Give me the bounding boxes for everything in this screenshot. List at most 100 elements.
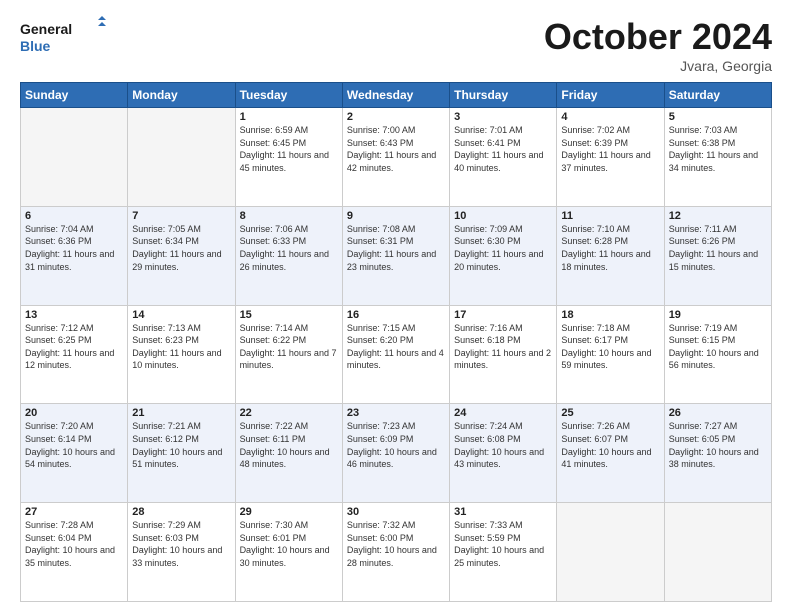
calendar-cell: 31Sunrise: 7:33 AMSunset: 5:59 PMDayligh…	[450, 503, 557, 602]
day-info: Sunrise: 7:32 AMSunset: 6:00 PMDaylight:…	[347, 519, 445, 569]
location: Jvara, Georgia	[544, 58, 772, 74]
day-info: Sunrise: 7:14 AMSunset: 6:22 PMDaylight:…	[240, 322, 338, 372]
day-number: 24	[454, 407, 552, 419]
title-block: October 2024 Jvara, Georgia	[544, 16, 772, 74]
day-info: Sunrise: 7:10 AMSunset: 6:28 PMDaylight:…	[561, 223, 659, 273]
calendar-cell: 24Sunrise: 7:24 AMSunset: 6:08 PMDayligh…	[450, 404, 557, 503]
day-number: 20	[25, 407, 123, 419]
header: General Blue October 2024 Jvara, Georgia	[20, 16, 772, 74]
day-info: Sunrise: 7:23 AMSunset: 6:09 PMDaylight:…	[347, 420, 445, 470]
day-number: 4	[561, 111, 659, 123]
calendar-cell	[557, 503, 664, 602]
calendar-cell: 13Sunrise: 7:12 AMSunset: 6:25 PMDayligh…	[21, 305, 128, 404]
day-info: Sunrise: 7:33 AMSunset: 5:59 PMDaylight:…	[454, 519, 552, 569]
calendar-week-2: 6Sunrise: 7:04 AMSunset: 6:36 PMDaylight…	[21, 206, 772, 305]
col-wednesday: Wednesday	[342, 83, 449, 108]
day-number: 7	[132, 210, 230, 222]
calendar-cell	[21, 108, 128, 207]
day-number: 26	[669, 407, 767, 419]
calendar-cell: 12Sunrise: 7:11 AMSunset: 6:26 PMDayligh…	[664, 206, 771, 305]
day-info: Sunrise: 7:24 AMSunset: 6:08 PMDaylight:…	[454, 420, 552, 470]
calendar-cell: 30Sunrise: 7:32 AMSunset: 6:00 PMDayligh…	[342, 503, 449, 602]
day-info: Sunrise: 7:11 AMSunset: 6:26 PMDaylight:…	[669, 223, 767, 273]
logo-icon: General Blue	[20, 16, 110, 60]
calendar-cell: 3Sunrise: 7:01 AMSunset: 6:41 PMDaylight…	[450, 108, 557, 207]
calendar-cell: 22Sunrise: 7:22 AMSunset: 6:11 PMDayligh…	[235, 404, 342, 503]
day-info: Sunrise: 7:21 AMSunset: 6:12 PMDaylight:…	[132, 420, 230, 470]
calendar-cell: 7Sunrise: 7:05 AMSunset: 6:34 PMDaylight…	[128, 206, 235, 305]
day-number: 25	[561, 407, 659, 419]
day-number: 18	[561, 309, 659, 321]
day-info: Sunrise: 7:04 AMSunset: 6:36 PMDaylight:…	[25, 223, 123, 273]
day-number: 12	[669, 210, 767, 222]
calendar-week-5: 27Sunrise: 7:28 AMSunset: 6:04 PMDayligh…	[21, 503, 772, 602]
day-info: Sunrise: 7:19 AMSunset: 6:15 PMDaylight:…	[669, 322, 767, 372]
calendar-cell: 4Sunrise: 7:02 AMSunset: 6:39 PMDaylight…	[557, 108, 664, 207]
calendar-cell: 26Sunrise: 7:27 AMSunset: 6:05 PMDayligh…	[664, 404, 771, 503]
col-monday: Monday	[128, 83, 235, 108]
day-number: 28	[132, 506, 230, 518]
day-info: Sunrise: 7:02 AMSunset: 6:39 PMDaylight:…	[561, 124, 659, 174]
day-number: 10	[454, 210, 552, 222]
day-number: 31	[454, 506, 552, 518]
svg-text:Blue: Blue	[20, 38, 51, 54]
calendar-cell: 25Sunrise: 7:26 AMSunset: 6:07 PMDayligh…	[557, 404, 664, 503]
calendar-cell: 18Sunrise: 7:18 AMSunset: 6:17 PMDayligh…	[557, 305, 664, 404]
day-number: 8	[240, 210, 338, 222]
day-info: Sunrise: 7:12 AMSunset: 6:25 PMDaylight:…	[25, 322, 123, 372]
calendar-cell: 28Sunrise: 7:29 AMSunset: 6:03 PMDayligh…	[128, 503, 235, 602]
col-friday: Friday	[557, 83, 664, 108]
calendar-cell: 10Sunrise: 7:09 AMSunset: 6:30 PMDayligh…	[450, 206, 557, 305]
day-number: 11	[561, 210, 659, 222]
day-number: 13	[25, 309, 123, 321]
day-info: Sunrise: 7:01 AMSunset: 6:41 PMDaylight:…	[454, 124, 552, 174]
month-title: October 2024	[544, 16, 772, 58]
day-info: Sunrise: 7:03 AMSunset: 6:38 PMDaylight:…	[669, 124, 767, 174]
day-info: Sunrise: 7:30 AMSunset: 6:01 PMDaylight:…	[240, 519, 338, 569]
calendar: Sunday Monday Tuesday Wednesday Thursday…	[20, 82, 772, 602]
calendar-cell: 6Sunrise: 7:04 AMSunset: 6:36 PMDaylight…	[21, 206, 128, 305]
day-info: Sunrise: 7:22 AMSunset: 6:11 PMDaylight:…	[240, 420, 338, 470]
day-number: 23	[347, 407, 445, 419]
day-info: Sunrise: 7:29 AMSunset: 6:03 PMDaylight:…	[132, 519, 230, 569]
calendar-cell	[664, 503, 771, 602]
logo: General Blue	[20, 16, 110, 60]
calendar-cell: 23Sunrise: 7:23 AMSunset: 6:09 PMDayligh…	[342, 404, 449, 503]
day-number: 22	[240, 407, 338, 419]
day-number: 17	[454, 309, 552, 321]
day-number: 15	[240, 309, 338, 321]
calendar-week-1: 1Sunrise: 6:59 AMSunset: 6:45 PMDaylight…	[21, 108, 772, 207]
calendar-cell: 17Sunrise: 7:16 AMSunset: 6:18 PMDayligh…	[450, 305, 557, 404]
calendar-cell: 20Sunrise: 7:20 AMSunset: 6:14 PMDayligh…	[21, 404, 128, 503]
page: General Blue October 2024 Jvara, Georgia…	[0, 0, 792, 612]
calendar-cell: 21Sunrise: 7:21 AMSunset: 6:12 PMDayligh…	[128, 404, 235, 503]
col-saturday: Saturday	[664, 83, 771, 108]
day-number: 14	[132, 309, 230, 321]
calendar-cell: 19Sunrise: 7:19 AMSunset: 6:15 PMDayligh…	[664, 305, 771, 404]
day-info: Sunrise: 7:15 AMSunset: 6:20 PMDaylight:…	[347, 322, 445, 372]
calendar-week-4: 20Sunrise: 7:20 AMSunset: 6:14 PMDayligh…	[21, 404, 772, 503]
day-number: 2	[347, 111, 445, 123]
calendar-cell: 29Sunrise: 7:30 AMSunset: 6:01 PMDayligh…	[235, 503, 342, 602]
calendar-cell: 15Sunrise: 7:14 AMSunset: 6:22 PMDayligh…	[235, 305, 342, 404]
day-number: 21	[132, 407, 230, 419]
day-number: 30	[347, 506, 445, 518]
col-tuesday: Tuesday	[235, 83, 342, 108]
day-info: Sunrise: 7:26 AMSunset: 6:07 PMDaylight:…	[561, 420, 659, 470]
calendar-cell: 1Sunrise: 6:59 AMSunset: 6:45 PMDaylight…	[235, 108, 342, 207]
calendar-week-3: 13Sunrise: 7:12 AMSunset: 6:25 PMDayligh…	[21, 305, 772, 404]
day-number: 27	[25, 506, 123, 518]
col-thursday: Thursday	[450, 83, 557, 108]
day-info: Sunrise: 7:00 AMSunset: 6:43 PMDaylight:…	[347, 124, 445, 174]
header-row: Sunday Monday Tuesday Wednesday Thursday…	[21, 83, 772, 108]
day-number: 19	[669, 309, 767, 321]
day-info: Sunrise: 7:06 AMSunset: 6:33 PMDaylight:…	[240, 223, 338, 273]
calendar-cell: 14Sunrise: 7:13 AMSunset: 6:23 PMDayligh…	[128, 305, 235, 404]
day-info: Sunrise: 7:08 AMSunset: 6:31 PMDaylight:…	[347, 223, 445, 273]
svg-text:General: General	[20, 21, 72, 37]
day-number: 16	[347, 309, 445, 321]
calendar-cell: 16Sunrise: 7:15 AMSunset: 6:20 PMDayligh…	[342, 305, 449, 404]
day-info: Sunrise: 7:13 AMSunset: 6:23 PMDaylight:…	[132, 322, 230, 372]
col-sunday: Sunday	[21, 83, 128, 108]
calendar-cell: 5Sunrise: 7:03 AMSunset: 6:38 PMDaylight…	[664, 108, 771, 207]
